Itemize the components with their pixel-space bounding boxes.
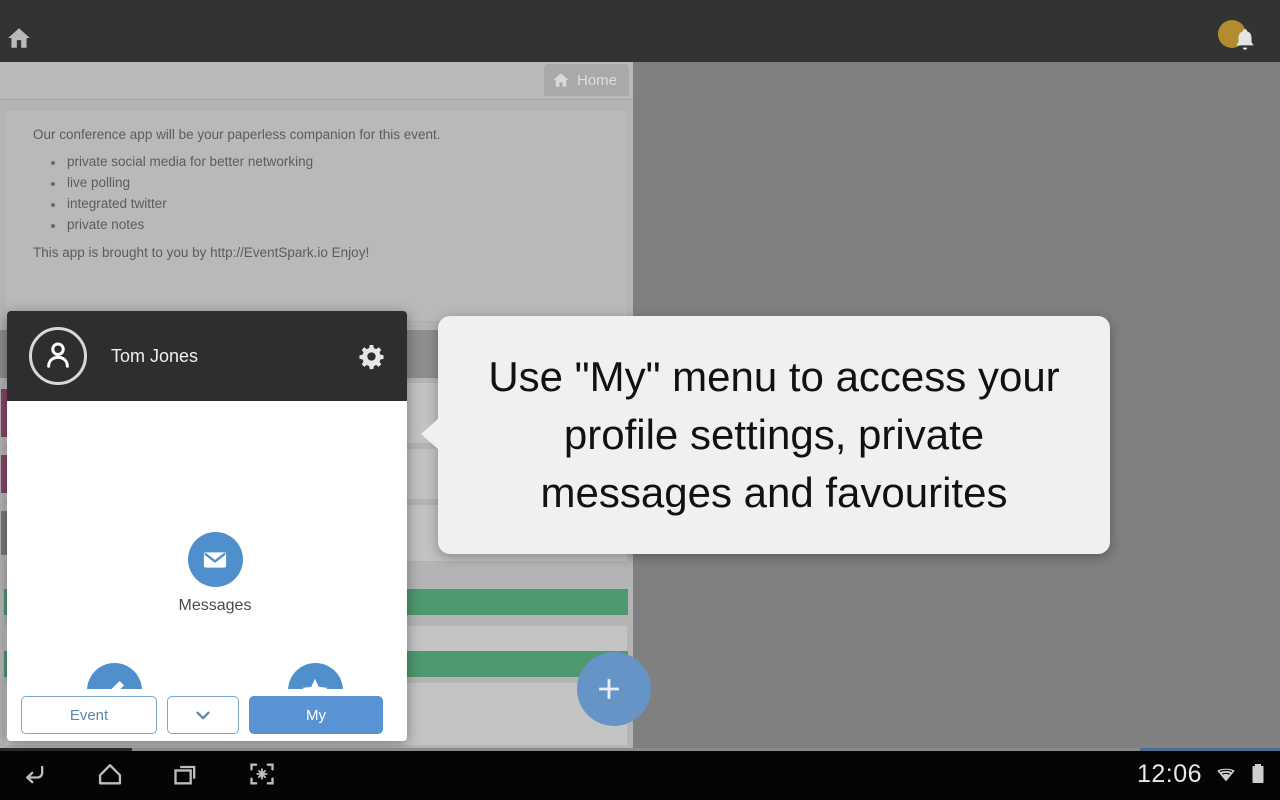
- dropdown-button[interactable]: [167, 696, 239, 734]
- divider-segment-dark: [0, 748, 132, 751]
- tab-home-label: Home: [576, 71, 617, 89]
- messages-icon-circle: [187, 532, 243, 587]
- back-button[interactable]: [14, 756, 54, 792]
- gear-icon[interactable]: [358, 343, 385, 370]
- wifi-icon: [1217, 768, 1235, 782]
- tooltip-bubble[interactable]: Use "My" menu to access your profile set…: [421, 316, 1110, 554]
- popup-footer: Event My: [7, 689, 407, 741]
- add-button[interactable]: [577, 652, 651, 726]
- home-icon: [98, 764, 122, 785]
- menu-item-messages[interactable]: Messages: [155, 532, 275, 615]
- notification-button[interactable]: [1216, 18, 1268, 58]
- back-icon: [26, 765, 44, 784]
- event-button[interactable]: Event: [21, 696, 157, 734]
- system-status-group: 12:06: [1137, 748, 1266, 800]
- screenshot-button[interactable]: [242, 756, 282, 792]
- bell-icon: [1236, 29, 1254, 50]
- recent-apps-button[interactable]: [166, 756, 206, 792]
- screenshot-icon: [250, 763, 274, 785]
- info-card: Our conference app will be your paperles…: [4, 109, 628, 322]
- list-item: private social media for better networki…: [45, 153, 607, 171]
- chevron-down-icon: [196, 711, 210, 720]
- popup-header: Tom Jones: [7, 311, 407, 401]
- clock: 12:06: [1136, 759, 1202, 788]
- my-button[interactable]: My: [249, 696, 383, 734]
- screen-root: Home Our conference app will be your pap…: [0, 0, 1280, 800]
- info-footer: This app is brought to you by http://Eve…: [33, 244, 370, 260]
- popup-body: Messages Notes Favourites: [7, 401, 407, 741]
- list-item: live polling: [45, 174, 607, 192]
- system-navigation-bar: 12:06: [0, 748, 1280, 800]
- list-item: integrated twitter: [45, 195, 607, 213]
- tab-strip: Home: [0, 62, 633, 100]
- home-icon: [8, 28, 30, 48]
- home-button[interactable]: [90, 756, 130, 792]
- menu-item-label: Messages: [178, 597, 252, 614]
- tab-home[interactable]: Home: [543, 64, 629, 96]
- user-name: Tom Jones: [111, 345, 199, 366]
- recents-icon: [174, 765, 196, 785]
- list-item: private notes: [45, 216, 607, 234]
- tooltip-arrow: [421, 418, 439, 450]
- home-icon: [553, 73, 569, 87]
- tooltip-text: Use "My" menu to access your profile set…: [488, 353, 1060, 516]
- person-icon: [47, 342, 69, 368]
- app-bar: [0, 0, 1280, 62]
- avatar[interactable]: [29, 327, 87, 385]
- nav-button-group: [14, 756, 282, 792]
- info-lead: Our conference app will be your paperles…: [33, 127, 441, 142]
- appbar-home-button[interactable]: [6, 25, 32, 51]
- info-bullet-list: private social media for better networki…: [45, 153, 607, 234]
- envelope-icon: [203, 551, 227, 568]
- my-menu-popup: Tom Jones Messages Event My: [7, 311, 407, 741]
- sysbar-top-divider: [0, 748, 1280, 751]
- plus-icon: [599, 679, 619, 699]
- battery-icon: [1252, 764, 1264, 783]
